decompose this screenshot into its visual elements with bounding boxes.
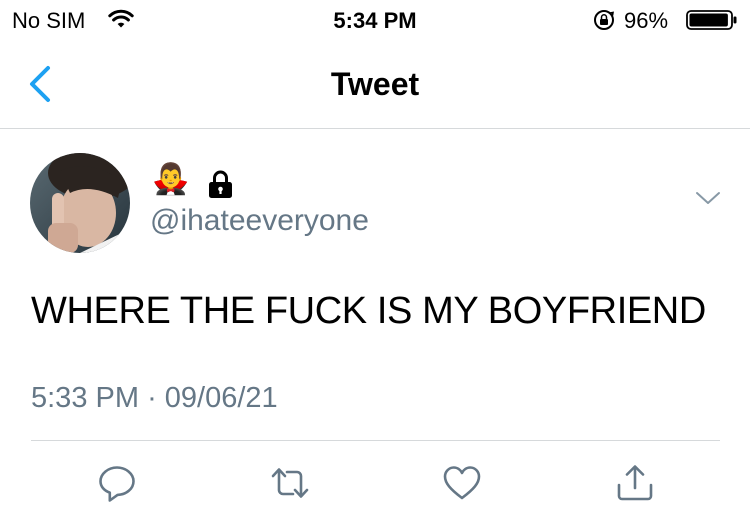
battery-icon <box>686 10 738 30</box>
avatar[interactable] <box>30 153 130 253</box>
reply-icon[interactable] <box>97 463 137 503</box>
nav-bar: Tweet <box>0 40 750 129</box>
battery-fill <box>689 13 728 27</box>
display-name[interactable]: 🧛‍♂️ <box>152 163 189 197</box>
tweet-text: WHERE THE FUCK IS MY BOYFRIEND <box>31 290 706 332</box>
page-title: Tweet <box>330 66 420 102</box>
retweet-icon[interactable] <box>270 463 310 503</box>
tweet-date: 09/06/21 <box>164 382 278 414</box>
tweet-timestamp: 5:33 PM · 09/06/21 <box>31 382 278 415</box>
share-icon[interactable] <box>615 463 655 503</box>
battery-percent: 96% <box>624 8 669 33</box>
divider <box>31 440 720 441</box>
orientation-lock-icon <box>593 9 615 31</box>
timestamp-separator: · <box>147 382 157 414</box>
heart-icon[interactable] <box>442 463 482 503</box>
chevron-down-icon[interactable] <box>695 190 721 206</box>
user-handle[interactable]: @ihateeveryone <box>150 204 369 238</box>
lock-icon <box>207 169 234 199</box>
status-bar: No SIM 5:34 PM 96% <box>0 0 750 40</box>
tweet-time: 5:33 PM <box>31 382 139 414</box>
